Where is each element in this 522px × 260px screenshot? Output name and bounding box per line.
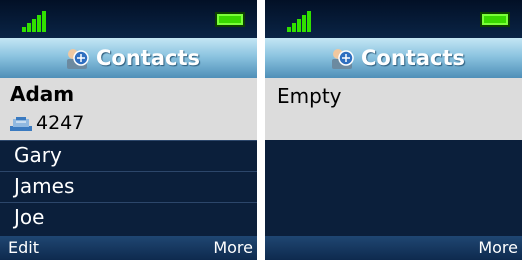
list-item[interactable]: Gary — [0, 140, 257, 171]
contact-name: Joe — [14, 205, 45, 229]
phone-screen-contacts-empty: Contacts Empty More — [265, 0, 522, 260]
empty-message: Empty — [277, 84, 342, 108]
list-item-selected[interactable]: Empty — [265, 78, 522, 140]
status-bar — [265, 0, 522, 38]
contact-name: Adam — [10, 82, 75, 106]
contact-name: James — [14, 174, 75, 198]
battery-icon — [215, 12, 245, 27]
phone-screen-contacts-list: Contacts Adam 4247 Gary James Joe Edit M… — [0, 0, 257, 260]
page-title: Contacts — [96, 46, 200, 70]
list-item[interactable]: James — [0, 171, 257, 202]
list-item-selected[interactable]: Adam 4247 — [0, 78, 257, 140]
edit-softkey[interactable]: Edit — [8, 238, 39, 257]
softkey-bar: More — [265, 236, 522, 260]
signal-bars-icon — [287, 10, 313, 32]
title-bar: Contacts — [0, 38, 257, 78]
contacts-list: Adam 4247 Gary James Joe — [0, 78, 257, 236]
status-bar — [0, 0, 257, 38]
list-item[interactable]: Joe — [0, 202, 257, 233]
contacts-list: Empty — [265, 78, 522, 236]
signal-bars-icon — [22, 10, 48, 32]
contact-number: 4247 — [36, 112, 85, 134]
battery-icon — [480, 12, 510, 27]
more-softkey[interactable]: More — [478, 238, 518, 257]
page-title: Contacts — [361, 46, 465, 70]
more-softkey[interactable]: More — [213, 238, 253, 257]
title-bar: Contacts — [265, 38, 522, 78]
contacts-icon — [67, 49, 89, 69]
phone-icon — [10, 117, 32, 131]
contacts-icon — [332, 49, 354, 69]
contact-name: Gary — [14, 143, 62, 167]
softkey-bar: Edit More — [0, 236, 257, 260]
